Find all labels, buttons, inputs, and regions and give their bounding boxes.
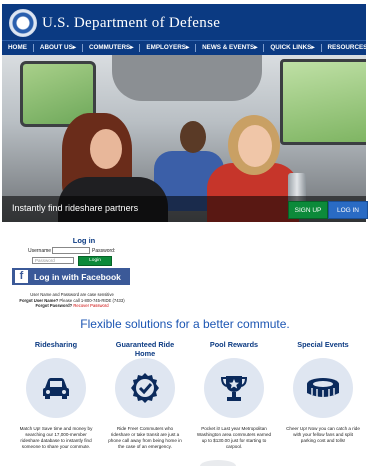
facebook-icon: f	[15, 270, 28, 283]
feature-description: Pocket it! Last year Metropolitan Washin…	[196, 426, 272, 449]
recover-password-link[interactable]: Recover Password	[73, 303, 108, 308]
facebook-login-button[interactable]: f Log in with Facebook	[12, 268, 130, 285]
hero-image: Instantly find rideshare partners	[2, 55, 366, 222]
login-notice: User Name and Password are case sensitiv…	[12, 292, 132, 309]
password-field[interactable]: Password	[32, 257, 74, 264]
forgot-username-label: Forgot User Name?	[19, 297, 59, 303]
feature-special-events[interactable]: Special Events Cheer Up! Now you can cat…	[283, 340, 363, 444]
nav-news-events[interactable]: NEWS & EVENTS▸	[196, 44, 265, 52]
forgot-username-text: Please call 1-800-745-RIDE (7433)	[59, 297, 125, 303]
nav-home[interactable]: HOME	[2, 44, 34, 52]
nav-commuters[interactable]: COMMUTERS▸	[83, 44, 141, 52]
login-submit-button[interactable]: Login	[78, 256, 112, 266]
feature-guaranteed-ride-home[interactable]: Guaranteed Ride Home Ride Free! Commuter…	[105, 340, 185, 450]
login-title: Log in	[72, 236, 96, 245]
stadium-icon[interactable]	[293, 358, 353, 418]
feature-title[interactable]: Guaranteed Ride Home	[105, 340, 185, 358]
page: U.S. Department of Defense HOME ABOUT US…	[0, 0, 370, 466]
feature-title[interactable]: Ridesharing	[16, 340, 96, 358]
nav-resources[interactable]: RESOURCES▸	[322, 44, 370, 52]
dod-seal-icon[interactable]	[9, 9, 37, 37]
car-window-right	[280, 59, 366, 145]
sign-up-button[interactable]: SIGN UP	[288, 201, 328, 219]
nav-employers[interactable]: EMPLOYERS▸	[140, 44, 197, 52]
passenger-man-head	[180, 121, 206, 153]
site-title[interactable]: U.S. Department of Defense	[42, 15, 220, 32]
feature-title[interactable]: Special Events	[283, 340, 363, 358]
partial-graphic	[200, 460, 236, 466]
forgot-password-label: Forgot Password?	[35, 303, 73, 308]
username-label: Username	[28, 248, 52, 254]
facebook-login-label: Log in with Facebook	[34, 271, 121, 282]
feature-pool-rewards[interactable]: Pool Rewards Pocket it! Last year Metrop…	[194, 340, 274, 450]
driver-woman-face	[238, 125, 272, 167]
username-field[interactable]	[52, 247, 90, 254]
trophy-icon[interactable]	[204, 358, 264, 418]
feature-ridesharing[interactable]: Ridesharing Match Up! Save time and mone…	[16, 340, 96, 450]
nav-about-us[interactable]: ABOUT US▸	[34, 44, 83, 52]
feature-title[interactable]: Pool Rewards	[194, 340, 274, 358]
nav-quick-links[interactable]: QUICK LINKS▸	[264, 44, 322, 52]
feature-description: Ride Free! Commuters who rideshare or ta…	[108, 426, 182, 449]
password-label: Password:	[92, 248, 116, 254]
hero-caption: Instantly find rideshare partners	[12, 203, 139, 213]
passenger-woman-left-face	[90, 129, 122, 169]
tagline: Flexible solutions for a better commute.	[80, 317, 290, 331]
site-header: U.S. Department of Defense	[2, 4, 366, 40]
car-icon[interactable]	[26, 358, 86, 418]
feature-description: Cheer Up! Now you can catch a ride with …	[286, 426, 360, 443]
log-in-button[interactable]: LOG IN	[328, 201, 368, 219]
main-nav: HOME ABOUT US▸ COMMUTERS▸ EMPLOYERS▸ NEW…	[2, 40, 370, 55]
feature-description: Match Up! Save time and money by searchi…	[19, 426, 93, 449]
checkmark-badge-icon[interactable]	[115, 358, 175, 418]
car-seat	[112, 55, 262, 101]
